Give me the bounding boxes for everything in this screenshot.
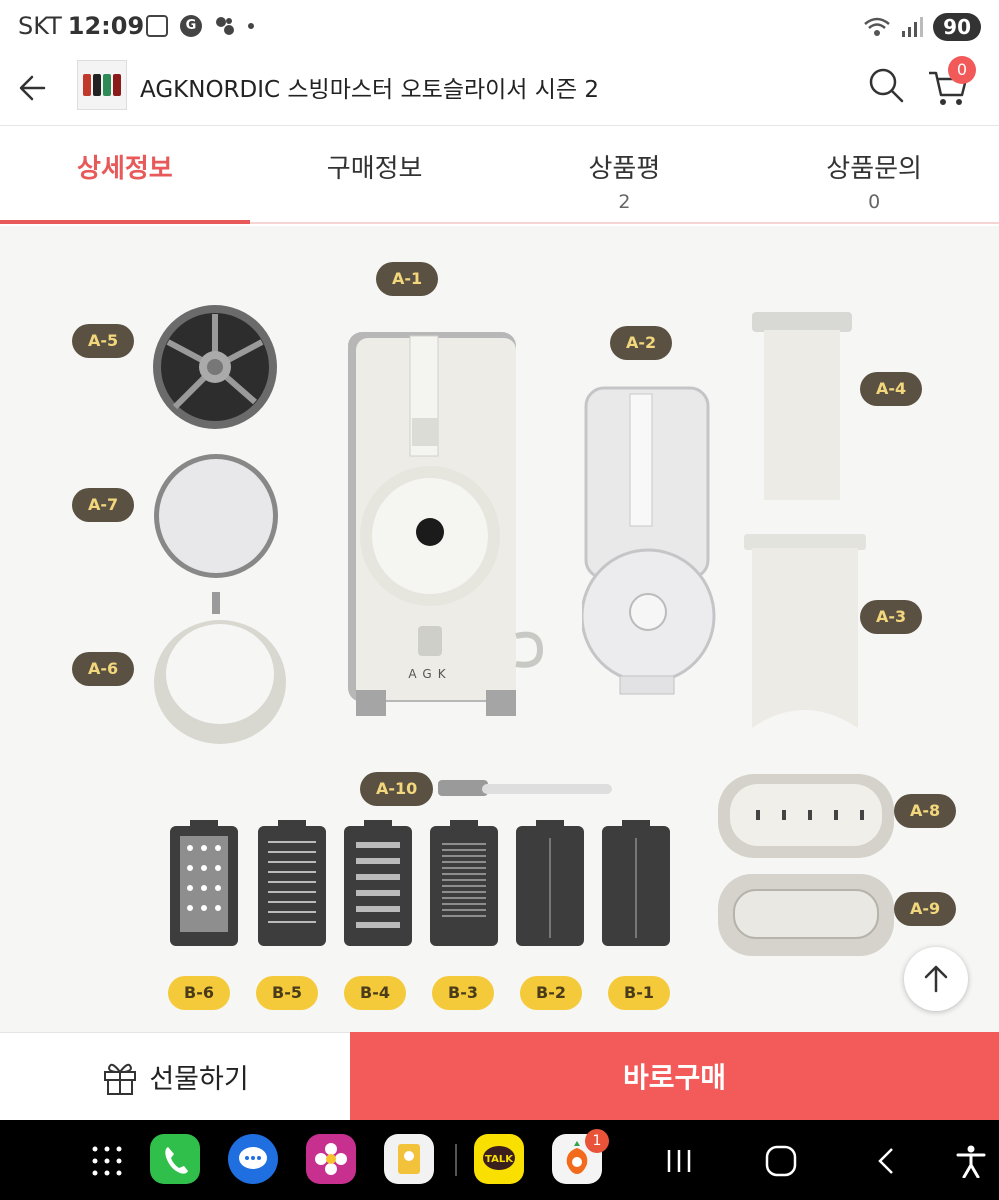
part-label-b6: B-6 [168, 976, 230, 1010]
phone-app-icon[interactable] [150, 1134, 200, 1184]
part-label-a4: A-4 [860, 372, 923, 406]
tab-reviews[interactable]: 상품평 2 [500, 126, 750, 222]
tab-label: 상품문의 [826, 154, 922, 184]
kakaotalk-label: TALK [485, 1154, 514, 1165]
search-icon[interactable] [866, 65, 906, 105]
gift-icon [104, 1063, 137, 1095]
buy-now-label: 바로구매 [622, 1061, 727, 1094]
tab-inquiries[interactable]: 상품문의 0 [749, 126, 999, 222]
part-label-a8: A-8 [894, 794, 957, 828]
signal-icon [902, 17, 924, 37]
part-a2-image [582, 386, 716, 695]
part-a4-image [752, 312, 852, 500]
back-arrow-icon[interactable] [14, 66, 58, 110]
scroll-top-button[interactable] [904, 947, 968, 1011]
part-label-a3: A-3 [860, 600, 923, 634]
part-b6-image [170, 820, 238, 946]
part-label-b4: B-4 [344, 976, 406, 1010]
pinwheel-icon [216, 17, 234, 35]
tips-app-icon[interactable] [384, 1134, 434, 1184]
part-a7-image [154, 454, 278, 578]
tab-label: 구매정보 [326, 154, 423, 184]
part-label-a9: A-9 [894, 892, 957, 926]
kakaotalk-app-icon[interactable]: TALK [474, 1134, 524, 1184]
tab-label: 상세정보 [77, 154, 173, 184]
part-a6-image [154, 592, 286, 744]
product-detail-image: AGK A-1 A-2 A-3 A-4 A-5 A-6 A-7 A-8 A-9 … [0, 226, 999, 1032]
gift-button-label: 선물하기 [149, 1064, 249, 1095]
app-drawer-icon[interactable] [90, 1144, 124, 1178]
status-time: SKT 12:09 [18, 12, 145, 40]
gallery-app-icon[interactable] [306, 1134, 356, 1184]
bottom-action-bar: 선물하기 바로구매 [0, 1032, 999, 1120]
part-b5-image [258, 820, 326, 946]
tab-purchase-info[interactable]: 구매정보 [250, 126, 500, 222]
part-label-b2: B-2 [520, 976, 582, 1010]
g-app-icon: G [180, 15, 202, 37]
part-a3-image [744, 534, 866, 728]
part-b3-image [430, 820, 498, 946]
part-label-a1: A-1 [376, 262, 439, 296]
part-label-a7: A-7 [72, 488, 135, 522]
part-label-b3: B-3 [432, 976, 494, 1010]
navigation-bar: TALK [0, 1120, 999, 1200]
page-title: AGKNORDIC 스빙마스터 오토슬라이서 시즌 2 [140, 77, 600, 103]
part-label-b1: B-1 [608, 976, 670, 1010]
messages-app-icon[interactable] [228, 1134, 278, 1184]
part-label-a10: A-10 [360, 772, 434, 806]
body-logo-text: AGK [408, 667, 451, 681]
buy-now-button[interactable]: 바로구매 [350, 1032, 999, 1120]
home-icon[interactable] [764, 1144, 798, 1178]
cart-count-badge: 0 [948, 56, 976, 84]
back-nav-icon[interactable] [872, 1146, 902, 1176]
tab-count: 0 [868, 191, 881, 213]
part-label-a5: A-5 [72, 324, 135, 358]
part-a5-image [153, 305, 277, 429]
part-label-a6: A-6 [72, 652, 135, 686]
carrot-notification-badge: 1 [585, 1129, 609, 1153]
recent-apps-icon[interactable] [664, 1146, 694, 1176]
part-label-b5: B-5 [256, 976, 318, 1010]
part-a9-image [718, 874, 894, 956]
status-bar: SKT 12:09 G 90 [0, 0, 999, 54]
arrow-up-icon [924, 965, 948, 993]
notification-icons: G [146, 15, 254, 37]
accessibility-icon[interactable] [954, 1144, 988, 1178]
tab-label: 상품평 [588, 154, 661, 184]
gift-button[interactable]: 선물하기 [0, 1032, 350, 1120]
part-b1-image [602, 820, 670, 946]
taskbar-divider [455, 1144, 457, 1176]
part-label-a2: A-2 [610, 326, 673, 360]
part-a10-image [438, 780, 612, 796]
part-b4-image [344, 820, 412, 946]
product-header: AGKNORDIC 스빙마스터 오토슬라이서 시즌 2 0 [0, 54, 999, 126]
detail-tabs: 상세정보 구매정보 상품평 2 상품문의 0 [0, 126, 999, 224]
product-thumbnail[interactable] [77, 60, 127, 110]
tab-detail[interactable]: 상세정보 [0, 126, 250, 224]
screenshot-icon [146, 15, 168, 37]
battery-indicator: 90 [933, 13, 981, 41]
tab-count: 2 [618, 191, 631, 213]
more-notifications-dot [248, 23, 254, 29]
part-b2-image [516, 820, 584, 946]
wifi-icon [864, 17, 890, 36]
part-a8-image [718, 774, 894, 858]
part-a1-image: AGK [348, 332, 544, 716]
